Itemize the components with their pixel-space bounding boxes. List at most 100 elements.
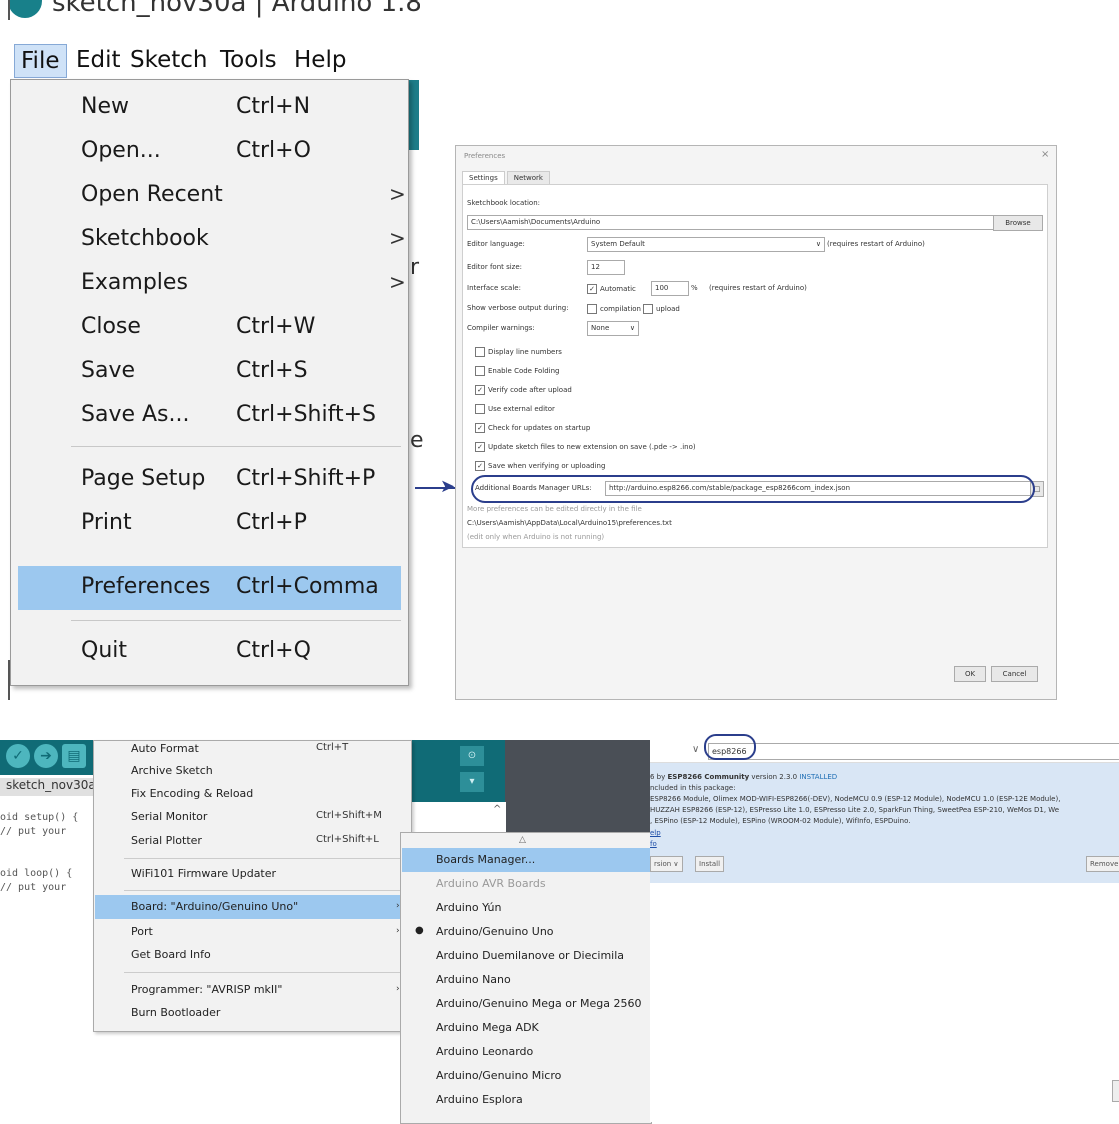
menu-item-board-option[interactable]: Arduino Mega ADK	[436, 1021, 539, 1034]
serial-monitor-icon[interactable]: ⊙	[460, 746, 484, 766]
tab-settings[interactable]: Settings	[462, 171, 505, 185]
close-icon[interactable]: ×	[1041, 149, 1049, 160]
menu-tools[interactable]: Tools	[214, 44, 283, 76]
menu-item-board-option[interactable]: Arduino Nano	[436, 973, 511, 986]
menu-item-label: Fix Encoding & Reload	[131, 787, 254, 800]
scroll-up-icon[interactable]: △	[519, 835, 526, 845]
menu-item-save-as[interactable]: Save As... Ctrl+Shift+S	[11, 398, 408, 432]
tab-menu-icon[interactable]: ▾	[460, 772, 484, 792]
menu-item-auto-format[interactable]: Auto Format Ctrl+T	[94, 739, 411, 761]
menu-item-quit[interactable]: Quit Ctrl+Q	[11, 634, 408, 668]
scale-unit: %	[691, 284, 698, 292]
scale-input[interactable]: 100	[651, 281, 689, 296]
restart-note: (requires restart of Arduino)	[827, 240, 925, 248]
checkbox-label: Update sketch files to new extension on …	[488, 443, 696, 451]
menu-item-board-option[interactable]: Arduino Yún	[436, 901, 501, 914]
version-select[interactable]: rsion ∨	[650, 856, 683, 872]
menu-item-board-option[interactable]: Arduino/Genuino Mega or Mega 2560	[436, 997, 641, 1010]
code-line: oid loop() {	[0, 868, 73, 879]
search-input[interactable]: esp8266	[708, 743, 1119, 760]
verbose-upload-checkbox[interactable]: upload	[643, 304, 680, 314]
verify-code-checkbox[interactable]: ✓ Verify code after upload	[475, 385, 572, 395]
menu-item-open-recent[interactable]: Open Recent >	[11, 178, 408, 212]
tab-network[interactable]: Network	[506, 171, 550, 185]
ok-button[interactable]: OK	[954, 666, 986, 682]
editor-scrollbar[interactable]: ^	[410, 802, 506, 832]
external-editor-checkbox[interactable]: Use external editor	[475, 404, 555, 414]
scrollbar[interactable]	[1112, 1080, 1119, 1102]
window-edge	[8, 660, 10, 700]
menu-item-board[interactable]: Board: "Arduino/Genuino Uno" ›	[94, 897, 411, 919]
save-verifying-checkbox[interactable]: ✓ Save when verifying or uploading	[475, 461, 605, 471]
menu-sketch[interactable]: Sketch	[124, 44, 214, 76]
chevron-down-icon[interactable]: ∨	[692, 744, 699, 755]
sketchbook-path-input[interactable]: C:\Users\Aamish\Documents\Arduino	[467, 215, 995, 230]
menu-item-burn-bootloader[interactable]: Burn Bootloader	[94, 1003, 411, 1025]
board-package-entry[interactable]: 6 by ESP8266 Community version 2.3.0 INS…	[650, 763, 1119, 883]
upload-icon[interactable]: ➔	[34, 744, 58, 768]
menu-item-label: Burn Bootloader	[131, 1006, 221, 1019]
boards-submenu: △ Boards Manager... Arduino AVR Boards A…	[400, 832, 652, 1124]
font-size-input[interactable]: 12	[587, 260, 625, 275]
font-size-label: Editor font size:	[467, 263, 523, 271]
chevron-right-icon: >	[389, 182, 406, 206]
scroll-up-icon[interactable]: ^	[493, 804, 501, 815]
menu-item-page-setup[interactable]: Page Setup Ctrl+Shift+P	[11, 462, 408, 496]
menu-item-close[interactable]: Close Ctrl+W	[11, 310, 408, 344]
checkbox-icon	[475, 366, 485, 376]
cancel-button[interactable]: Cancel	[991, 666, 1038, 682]
menu-item-board-option[interactable]: Arduino Esplora	[436, 1093, 523, 1106]
code-folding-checkbox[interactable]: Enable Code Folding	[475, 366, 560, 376]
menu-separator	[71, 620, 401, 621]
menu-item-label: Serial Plotter	[131, 834, 202, 847]
menu-item-port[interactable]: Port ›	[94, 922, 411, 944]
menu-item-archive-sketch[interactable]: Archive Sketch	[94, 761, 411, 783]
scale-note: (requires restart of Arduino)	[709, 284, 807, 292]
package-title: 6 by ESP8266 Community version 2.3.0 INS…	[650, 773, 837, 781]
menu-item-wifi101-updater[interactable]: WiFi101 Firmware Updater	[94, 864, 411, 886]
menu-item-new[interactable]: New Ctrl+N	[11, 90, 408, 124]
menu-item-fix-encoding[interactable]: Fix Encoding & Reload	[94, 784, 411, 806]
menu-separator	[124, 890, 404, 891]
menu-item-boards-manager[interactable]: Boards Manager...	[436, 853, 535, 866]
remove-button[interactable]: Remove	[1086, 856, 1119, 872]
install-button[interactable]: Install	[695, 856, 725, 872]
menu-item-sketchbook[interactable]: Sketchbook >	[11, 222, 408, 256]
more-info-link[interactable]: fo	[650, 840, 657, 848]
menu-file[interactable]: File	[14, 44, 67, 78]
menu-edit[interactable]: Edit	[70, 44, 127, 76]
menu-item-board-option[interactable]: Arduino Duemilanove or Diecimila	[436, 949, 624, 962]
menu-item-save[interactable]: Save Ctrl+S	[11, 354, 408, 388]
line-numbers-checkbox[interactable]: Display line numbers	[475, 347, 562, 357]
menu-item-board-option[interactable]: Arduino Leonardo	[436, 1045, 533, 1058]
menu-item-open[interactable]: Open... Ctrl+O	[11, 134, 408, 168]
verify-icon[interactable]: ✓	[6, 744, 30, 768]
menu-item-board-option[interactable]: Arduino/Genuino Micro	[436, 1069, 561, 1082]
editor-language-select[interactable]: System Default ∨	[587, 237, 825, 252]
menu-item-programmer[interactable]: Programmer: "AVRISP mkII" ›	[94, 980, 411, 1002]
check-updates-checkbox[interactable]: ✓ Check for updates on startup	[475, 423, 590, 433]
menu-item-serial-plotter[interactable]: Serial Plotter Ctrl+Shift+L	[94, 831, 411, 853]
sketch-tab[interactable]: sketch_nov30a	[0, 778, 98, 796]
menu-item-serial-monitor[interactable]: Serial Monitor Ctrl+Shift+M	[94, 807, 411, 829]
verbose-compilation-checkbox[interactable]: compilation	[587, 304, 641, 314]
browse-button[interactable]: Browse	[993, 215, 1043, 231]
menu-help[interactable]: Help	[288, 44, 352, 76]
verbose-label: Show verbose output during:	[467, 304, 569, 312]
compiler-warnings-select[interactable]: None ∨	[587, 321, 639, 336]
online-help-link[interactable]: elp	[650, 829, 661, 837]
checkbox-label: Use external editor	[488, 405, 555, 413]
menubar: File Edit Sketch Tools Help	[0, 38, 420, 80]
menu-item-board-option[interactable]: Arduino/Genuino Uno	[436, 925, 554, 938]
menu-item-examples[interactable]: Examples >	[11, 266, 408, 300]
new-file-icon[interactable]: ▤	[62, 744, 86, 768]
more-prefs-note: More preferences can be edited directly …	[467, 505, 642, 513]
menu-item-print[interactable]: Print Ctrl+P	[11, 506, 408, 540]
update-extension-checkbox[interactable]: ✓ Update sketch files to new extension on…	[475, 442, 696, 452]
automatic-checkbox[interactable]: ✓ Automatic	[587, 284, 636, 294]
menu-item-get-board-info[interactable]: Get Board Info	[94, 945, 411, 967]
window-title: sketch_nov30a | Arduino 1.8.7	[52, 0, 420, 18]
checkbox-checked-icon: ✓	[475, 385, 485, 395]
menu-item-preferences[interactable]: Preferences Ctrl+Comma	[11, 570, 408, 604]
package-version-prefix: 6 by	[650, 773, 668, 781]
